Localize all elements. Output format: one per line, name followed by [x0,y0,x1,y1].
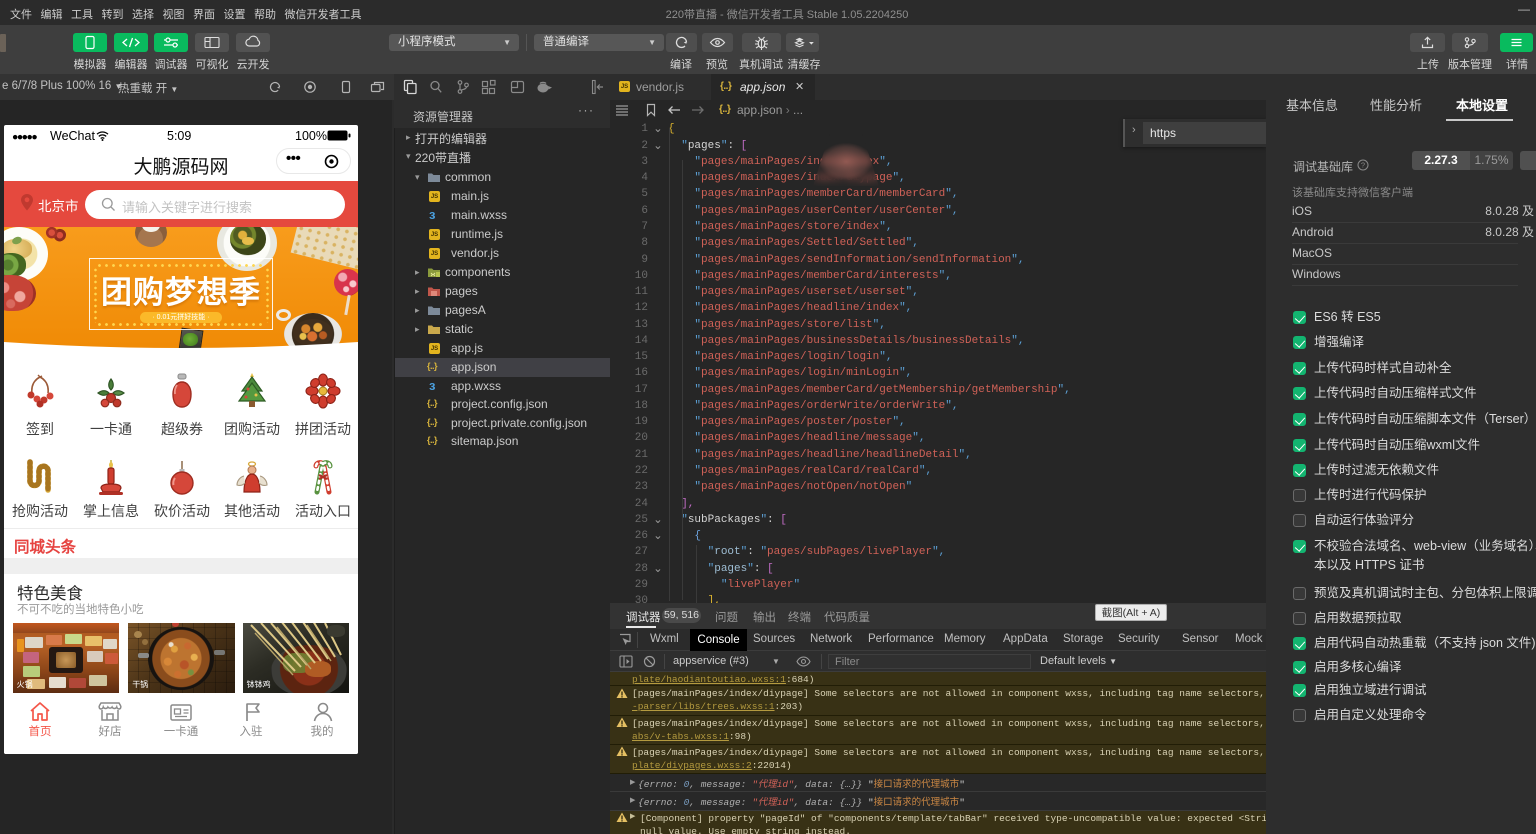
svg-text:?: ? [1361,161,1365,170]
